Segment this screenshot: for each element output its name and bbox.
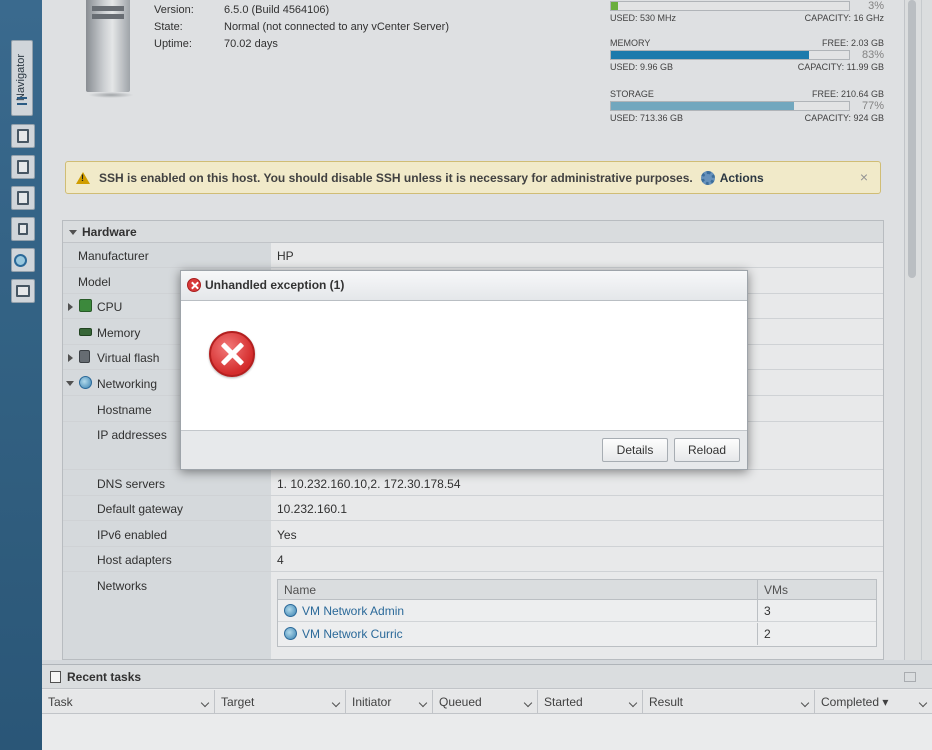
dialog-titlebar: Unhandled exception (1) [181,271,747,301]
reload-button[interactable]: Reload [674,438,740,462]
error-large-icon [209,331,255,377]
details-button[interactable]: Details [602,438,668,462]
dialog-footer: Details Reload [181,430,747,469]
exception-dialog: Unhandled exception (1) Details Reload [180,270,748,470]
error-icon [187,278,201,292]
dialog-title: Unhandled exception (1) [205,278,345,292]
